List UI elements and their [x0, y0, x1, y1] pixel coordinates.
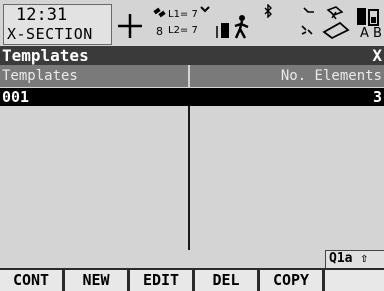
table-row[interactable]: 001 3	[0, 88, 384, 106]
satellite-count: 8	[156, 25, 163, 38]
network-icon	[301, 25, 313, 35]
column-separator	[188, 65, 190, 87]
radio-phone-icon	[216, 23, 229, 38]
status-icons: 8 L1= 7 L2= 7 A B	[112, 4, 384, 44]
table-header: Templates No. Elements	[0, 65, 384, 87]
crosshair-icon	[118, 14, 142, 38]
dialog-titlebar: Templates X	[0, 46, 384, 65]
close-icon[interactable]: X	[372, 46, 382, 65]
template-name-cell: 001	[2, 88, 30, 106]
clock-time: 12:31	[16, 5, 68, 25]
l2-label: L2= 7	[168, 25, 198, 36]
empty-softkey[interactable]	[325, 270, 384, 291]
input-mode-indicator: Q1a ⇧	[325, 250, 384, 269]
satellite-icon	[153, 7, 166, 18]
l1-label: L1= 7	[168, 9, 198, 20]
rtk-signal-icon	[200, 6, 210, 13]
keyboard-label: A B	[360, 26, 382, 41]
delete-button[interactable]: DEL	[195, 270, 257, 291]
new-button[interactable]: NEW	[65, 270, 127, 291]
memory-card-icon	[322, 6, 350, 40]
copy-button[interactable]: COPY	[260, 270, 322, 291]
dialog-title: Templates	[2, 46, 89, 65]
element-count-cell: 3	[372, 88, 382, 106]
battery-icon	[357, 8, 379, 26]
walker-icon	[234, 15, 249, 39]
softkey-bar: CONT NEW EDIT DEL COPY	[0, 268, 384, 291]
bluetooth-icon	[264, 4, 272, 18]
edit-button[interactable]: EDIT	[130, 270, 192, 291]
input-mode-label: Q1a ⇧	[329, 251, 369, 266]
link-icon	[303, 7, 314, 13]
clock-box: 12:31 X-SECTION	[3, 4, 112, 45]
status-bar: 12:31 X-SECTION 8 L1= 7 L2= 7 A B	[0, 0, 384, 46]
column-divider	[188, 106, 190, 250]
column-header-elements[interactable]: No. Elements	[281, 68, 382, 84]
mode-label: X-SECTION	[7, 25, 93, 43]
column-header-templates[interactable]: Templates	[2, 68, 78, 84]
cont-button[interactable]: CONT	[0, 270, 62, 291]
